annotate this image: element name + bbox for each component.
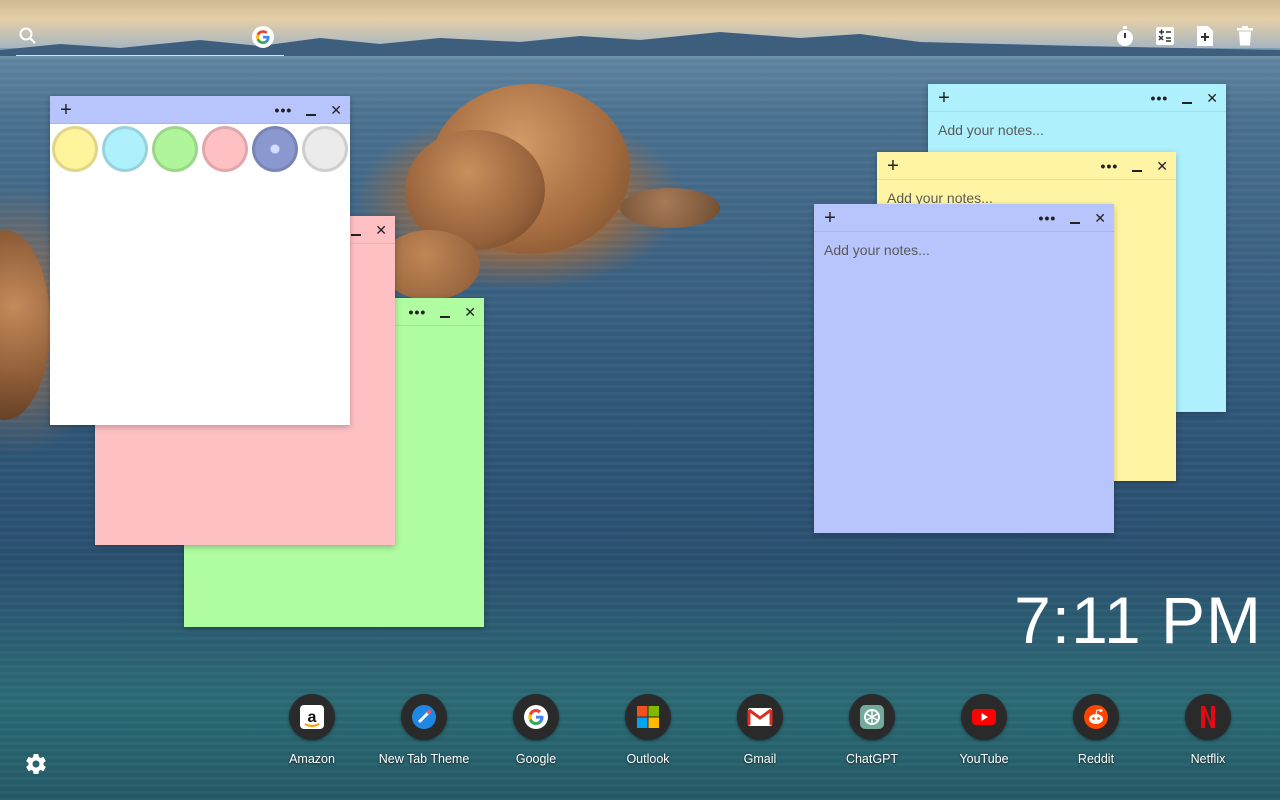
note-placeholder: Add your notes... xyxy=(824,242,930,258)
color-swatch-pink[interactable] xyxy=(202,126,248,172)
netflix-icon[interactable] xyxy=(1185,694,1231,740)
chatgpt-icon[interactable] xyxy=(849,694,895,740)
close-button[interactable]: ✕ xyxy=(1156,159,1168,173)
shortcut-label: Amazon xyxy=(289,752,335,766)
shortcut-gmail[interactable]: Gmail xyxy=(704,694,816,766)
amazon-icon[interactable]: a xyxy=(289,694,335,740)
note-toolbar: + ••• ✕ xyxy=(877,152,1176,180)
note-toolbar: + ••• ✕ xyxy=(50,96,350,124)
note-text-area[interactable]: Add your notes... xyxy=(928,112,1226,148)
new-note-button[interactable]: + xyxy=(885,156,901,176)
shortcut-dock: a Amazon New Tab Theme Google Outlook Gm xyxy=(256,694,1280,774)
trash-icon[interactable] xyxy=(1234,24,1256,48)
top-toolbar xyxy=(1114,24,1256,48)
note-menu-button[interactable]: ••• xyxy=(275,103,293,117)
color-swatch-yellow[interactable] xyxy=(52,126,98,172)
youtube-icon[interactable] xyxy=(961,694,1007,740)
minimize-button[interactable] xyxy=(1182,92,1193,104)
sticky-note-white[interactable]: + ••• ✕ xyxy=(50,96,350,425)
new-note-button[interactable]: + xyxy=(936,88,952,108)
shortcut-amazon[interactable]: a Amazon xyxy=(256,694,368,766)
note-menu-button[interactable]: ••• xyxy=(1039,211,1057,225)
gear-icon[interactable] xyxy=(24,752,48,776)
note-menu-button[interactable]: ••• xyxy=(409,305,427,319)
shortcut-outlook[interactable]: Outlook xyxy=(592,694,704,766)
timer-icon[interactable] xyxy=(1114,24,1136,48)
shortcut-label: New Tab Theme xyxy=(378,752,470,766)
shortcut-label: Gmail xyxy=(743,752,777,766)
shortcut-label: Google xyxy=(515,752,557,766)
color-swatch-cyan[interactable] xyxy=(102,126,148,172)
shortcut-netflix[interactable]: Netflix xyxy=(1152,694,1264,766)
background-rock xyxy=(380,230,480,300)
add-note-icon[interactable] xyxy=(1194,24,1216,48)
calculator-icon[interactable] xyxy=(1154,24,1176,48)
minimize-button[interactable] xyxy=(1070,212,1081,224)
sticky-note-blue[interactable]: + ••• ✕ Add your notes... xyxy=(814,204,1114,533)
gmail-icon[interactable] xyxy=(737,694,783,740)
minimize-button[interactable] xyxy=(1132,160,1143,172)
search-bar[interactable] xyxy=(16,24,284,56)
shortcut-label: Netflix xyxy=(1190,752,1226,766)
note-toolbar: + ••• ✕ xyxy=(928,84,1226,112)
close-button[interactable]: ✕ xyxy=(1094,211,1106,225)
note-toolbar: + ••• ✕ xyxy=(814,204,1114,232)
close-button[interactable]: ✕ xyxy=(375,223,387,237)
note-menu-button[interactable]: ••• xyxy=(1101,159,1119,173)
background-rock xyxy=(620,188,720,228)
shortcut-label: YouTube xyxy=(959,752,1009,766)
shortcut-new-tab-theme[interactable]: New Tab Theme xyxy=(368,694,480,766)
shortcut-reddit[interactable]: Reddit xyxy=(1040,694,1152,766)
google-icon[interactable] xyxy=(513,694,559,740)
clock: 7:11 PM xyxy=(1014,583,1262,657)
new-note-button[interactable]: + xyxy=(58,100,74,120)
shortcut-label: ChatGPT xyxy=(845,752,899,766)
outlook-icon[interactable] xyxy=(625,694,671,740)
shortcut-label: Reddit xyxy=(1077,752,1115,766)
google-icon[interactable] xyxy=(252,26,274,48)
note-text-area[interactable]: Add your notes... xyxy=(814,232,1114,268)
close-button[interactable]: ✕ xyxy=(464,305,476,319)
color-picker xyxy=(50,124,350,174)
close-button[interactable]: ✕ xyxy=(330,103,342,117)
svg-text:a: a xyxy=(308,709,317,726)
color-swatch-green[interactable] xyxy=(152,126,198,172)
note-menu-button[interactable]: ••• xyxy=(1151,91,1169,105)
minimize-button[interactable] xyxy=(306,104,317,116)
close-button[interactable]: ✕ xyxy=(1206,91,1218,105)
new-tab-theme-icon[interactable] xyxy=(401,694,447,740)
color-swatch-blue[interactable] xyxy=(252,126,298,172)
shortcut-youtube[interactable]: YouTube xyxy=(928,694,1040,766)
new-note-button[interactable]: + xyxy=(822,208,838,228)
reddit-icon[interactable] xyxy=(1073,694,1119,740)
shortcut-chatgpt[interactable]: ChatGPT xyxy=(816,694,928,766)
minimize-button[interactable] xyxy=(351,224,362,236)
minimize-button[interactable] xyxy=(440,306,451,318)
shortcut-label: Outlook xyxy=(626,752,670,766)
note-placeholder: Add your notes... xyxy=(938,122,1044,138)
search-icon[interactable] xyxy=(18,26,38,46)
shortcut-google[interactable]: Google xyxy=(480,694,592,766)
color-swatch-gray[interactable] xyxy=(302,126,348,172)
